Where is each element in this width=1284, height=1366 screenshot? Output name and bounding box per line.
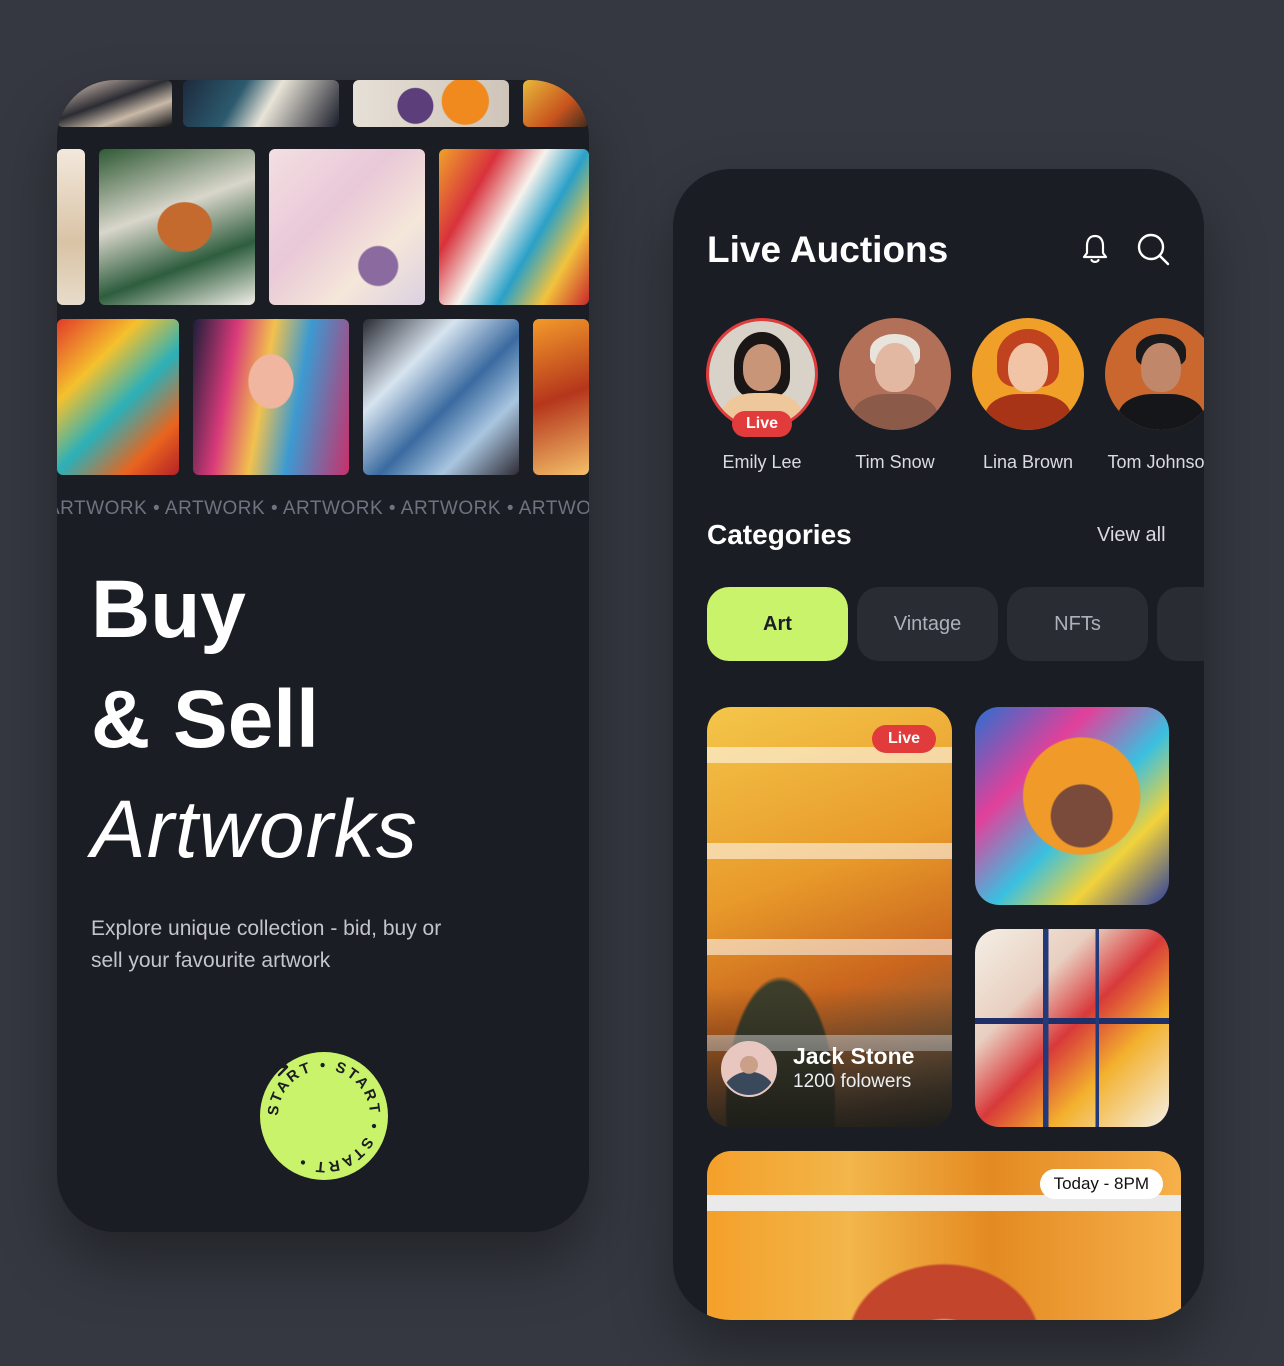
artist-name: Tom Johnson bbox=[1107, 452, 1204, 472]
artwork-tile bbox=[523, 80, 589, 127]
featured-artwork-card[interactable]: Live Jack Stone 1200 folowers bbox=[707, 707, 952, 1127]
hero-line-1: Buy bbox=[91, 564, 246, 655]
search-icon[interactable] bbox=[1135, 231, 1171, 267]
time-badge: Today - 8PM bbox=[1039, 1169, 1163, 1199]
avatar bbox=[839, 318, 951, 430]
artist-avatar-item[interactable]: Lina Brown bbox=[963, 318, 1093, 473]
artist-avatar-item[interactable]: Live Emily Lee bbox=[697, 318, 827, 473]
artwork-tile bbox=[99, 149, 255, 305]
bell-icon[interactable] bbox=[1077, 231, 1113, 267]
artwork-tile bbox=[183, 80, 339, 127]
artist-name: Jack Stone bbox=[793, 1043, 915, 1069]
start-button[interactable]: START • START • START • bbox=[260, 1052, 388, 1180]
artwork-tile bbox=[269, 149, 425, 305]
artist-name: Tim Snow bbox=[855, 452, 935, 472]
hero-line-3: Artworks bbox=[91, 784, 418, 875]
live-artists-list: Live Emily Lee Tim Snow Lina Brown Tom J… bbox=[706, 318, 1204, 478]
chip-nfts[interactable]: NFTs bbox=[1007, 587, 1148, 661]
artist-avatar-item[interactable]: Tim Snow bbox=[830, 318, 960, 473]
upcoming-auction-card[interactable]: Today - 8PM bbox=[707, 1151, 1181, 1320]
avatar bbox=[721, 1041, 777, 1097]
arrow-right-icon bbox=[261, 1057, 289, 1077]
artwork-card[interactable] bbox=[975, 929, 1169, 1127]
live-badge: Live bbox=[872, 725, 936, 753]
follower-count: 1200 folowers bbox=[793, 1071, 912, 1092]
artwork-tile bbox=[363, 319, 519, 475]
artwork-marquee: ARTWORK • ARTWORK • ARTWORK • ARTWORK • … bbox=[57, 498, 589, 520]
artwork-tile bbox=[57, 80, 172, 127]
chip-vintage[interactable]: Vintage bbox=[857, 587, 998, 661]
artwork-card[interactable] bbox=[975, 707, 1169, 905]
category-chips: Art Vintage NFTs S bbox=[707, 587, 1204, 661]
view-all-link[interactable]: View all bbox=[1097, 524, 1166, 547]
chip-art[interactable]: Art bbox=[707, 587, 848, 661]
page-title: Live Auctions bbox=[707, 229, 949, 270]
artwork-tile bbox=[353, 80, 509, 127]
avatar: Live bbox=[706, 318, 818, 437]
marquee-text: ARTWORK • ARTWORK • ARTWORK • ARTWORK • … bbox=[57, 498, 589, 519]
categories-title: Categories bbox=[707, 519, 852, 550]
artwork-tile bbox=[57, 149, 85, 305]
avatar bbox=[972, 318, 1084, 430]
hero-subtitle: Explore unique collection - bid, buy or … bbox=[91, 917, 442, 972]
artwork-tile bbox=[193, 319, 349, 475]
chip-more[interactable]: S bbox=[1157, 587, 1204, 661]
avatar bbox=[1105, 318, 1204, 430]
artist-avatar-item[interactable]: Tom Johnson bbox=[1096, 318, 1204, 473]
live-badge: Live bbox=[732, 411, 792, 437]
artwork-tile bbox=[439, 149, 589, 305]
artwork-tile bbox=[533, 319, 589, 475]
live-auctions-screen: Live Auctions Live Emily Lee Tim Snow Li… bbox=[673, 169, 1204, 1320]
hero-title: Buy & Sell Artworks bbox=[91, 555, 571, 885]
artist-name: Lina Brown bbox=[982, 452, 1074, 472]
artist-name: Emily Lee bbox=[722, 452, 802, 472]
hero-line-2: & Sell bbox=[91, 674, 319, 765]
onboarding-screen: ARTWORK • ARTWORK • ARTWORK • ARTWORK • … bbox=[57, 80, 589, 1232]
artwork-tile bbox=[57, 319, 179, 475]
